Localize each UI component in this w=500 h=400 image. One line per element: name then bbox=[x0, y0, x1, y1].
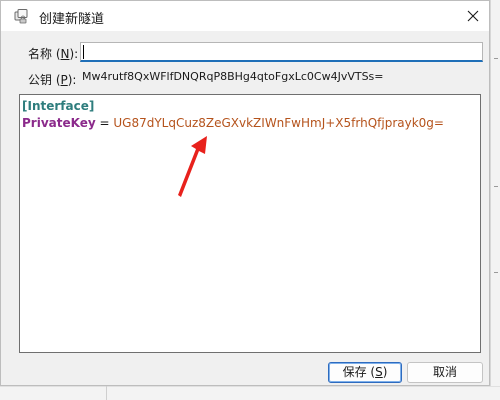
create-tunnel-dialog: 创建新隧道 名称 (N): 公钥 (P): Mw4rutf8QxWFlfDNQR… bbox=[0, 0, 490, 386]
section-header: [Interface] bbox=[22, 99, 95, 113]
name-input[interactable] bbox=[80, 42, 483, 62]
close-button[interactable] bbox=[459, 3, 487, 29]
screen: a 创建新隧道 名称 (N): 公钥 (P bbox=[0, 0, 500, 400]
background-tick bbox=[494, 272, 498, 273]
save-button-label-end: ) bbox=[382, 365, 388, 379]
background-tick bbox=[494, 58, 498, 59]
red-arrow-annotation bbox=[178, 136, 207, 197]
pubkey-label-mnemonic: P bbox=[60, 73, 68, 87]
pubkey-label-suffix: ): bbox=[67, 73, 77, 87]
cancel-button[interactable]: 取消 bbox=[407, 362, 483, 383]
dialog-titlebar: 创建新隧道 bbox=[1, 1, 489, 31]
save-button-label: 保存 ( bbox=[342, 365, 376, 379]
private-key-value: UG87dYLqCuz8ZeGXvkZIWnFwHmJ+X5frhQfjpray… bbox=[113, 116, 444, 130]
pubkey-field[interactable]: Mw4rutf8QxWFlfDNQRqP8BHg4qtoFgxLc0Cw4JvV… bbox=[80, 67, 483, 87]
private-key-name: PrivateKey bbox=[22, 116, 96, 130]
equals-sign: = bbox=[95, 116, 114, 130]
dialog-title: 创建新隧道 bbox=[39, 12, 105, 27]
editor-line: [Interface] bbox=[22, 98, 478, 115]
background-window-edge bbox=[490, 0, 500, 400]
tunnel-app-icon bbox=[13, 8, 29, 24]
background-tick bbox=[494, 186, 498, 187]
name-label-suffix: ): bbox=[69, 47, 79, 61]
config-editor[interactable]: [Interface] PrivateKey = UG87dYLqCuz8ZeG… bbox=[19, 94, 481, 353]
close-icon bbox=[467, 10, 479, 22]
background-divider bbox=[106, 386, 107, 400]
name-label-prefix: 名称 ( bbox=[28, 47, 61, 61]
pubkey-label-prefix: 公钥 ( bbox=[28, 73, 61, 87]
pubkey-label: 公钥 (P): bbox=[28, 71, 76, 88]
save-button-mnemonic: S bbox=[375, 365, 383, 379]
name-label: 名称 (N): bbox=[28, 45, 78, 62]
save-button[interactable]: 保存 (S) bbox=[328, 362, 402, 383]
editor-line: PrivateKey = UG87dYLqCuz8ZeGXvkZIWnFwHmJ… bbox=[22, 115, 478, 132]
background-window-bottom bbox=[0, 386, 500, 400]
text-caret bbox=[83, 45, 84, 59]
